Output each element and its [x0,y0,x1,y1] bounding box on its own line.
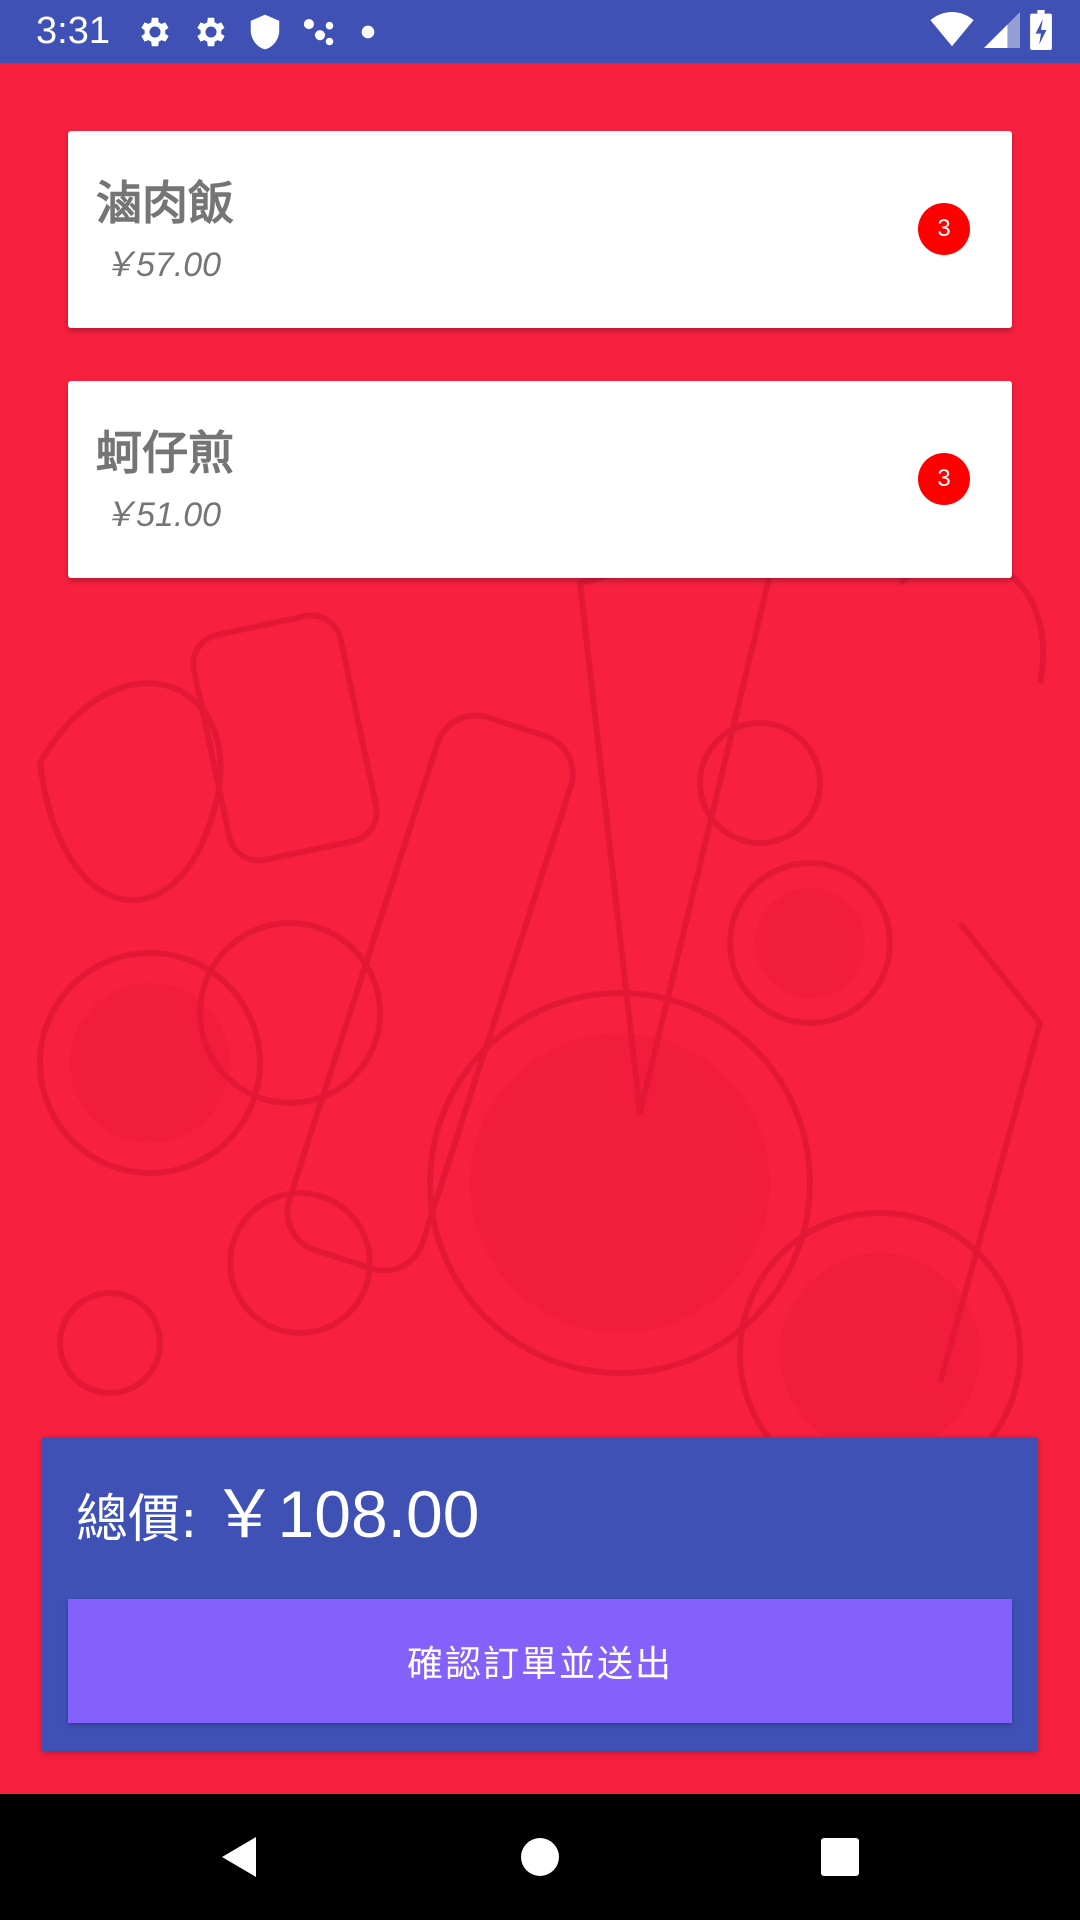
navigation-bar [0,1794,1080,1920]
total-value: ￥108.00 [211,1477,480,1551]
status-time: 3:31 [36,10,110,52]
item-name: 滷肉飯 [96,176,234,230]
status-icons-left [136,12,378,52]
order-screen: 滷肉飯 ￥57.00 3 蚵仔煎 ￥51.00 3 總價: ￥108.00 確認… [0,63,1080,1794]
item-price: ￥57.00 [102,246,222,284]
order-item-card[interactable]: 蚵仔煎 ￥51.00 3 [68,381,1012,578]
status-bar: 3:31 [0,0,1080,63]
item-price: ￥51.00 [102,496,222,534]
quantity-badge: 3 [918,203,970,255]
gear-icon [192,13,230,51]
submit-order-button[interactable]: 確認訂單並送出 [68,1599,1012,1723]
status-icons-right [930,10,1052,54]
signal-icon [984,12,1020,52]
shield-icon [248,13,282,51]
total-row: 總價: ￥108.00 [76,1479,479,1555]
recents-icon[interactable] [817,1834,863,1880]
total-label: 總價: [76,1490,198,1550]
wifi-icon [930,12,974,52]
battery-icon [1030,10,1052,54]
dots-icon [300,13,340,51]
dot-icon [358,13,378,51]
home-icon[interactable] [517,1834,563,1880]
checkout-panel: 總價: ￥108.00 確認訂單並送出 [42,1437,1038,1751]
quantity-badge: 3 [918,453,970,505]
back-icon[interactable] [216,1834,262,1880]
item-name: 蚵仔煎 [96,426,234,480]
gear-icon [136,13,174,51]
order-item-card[interactable]: 滷肉飯 ￥57.00 3 [68,131,1012,328]
